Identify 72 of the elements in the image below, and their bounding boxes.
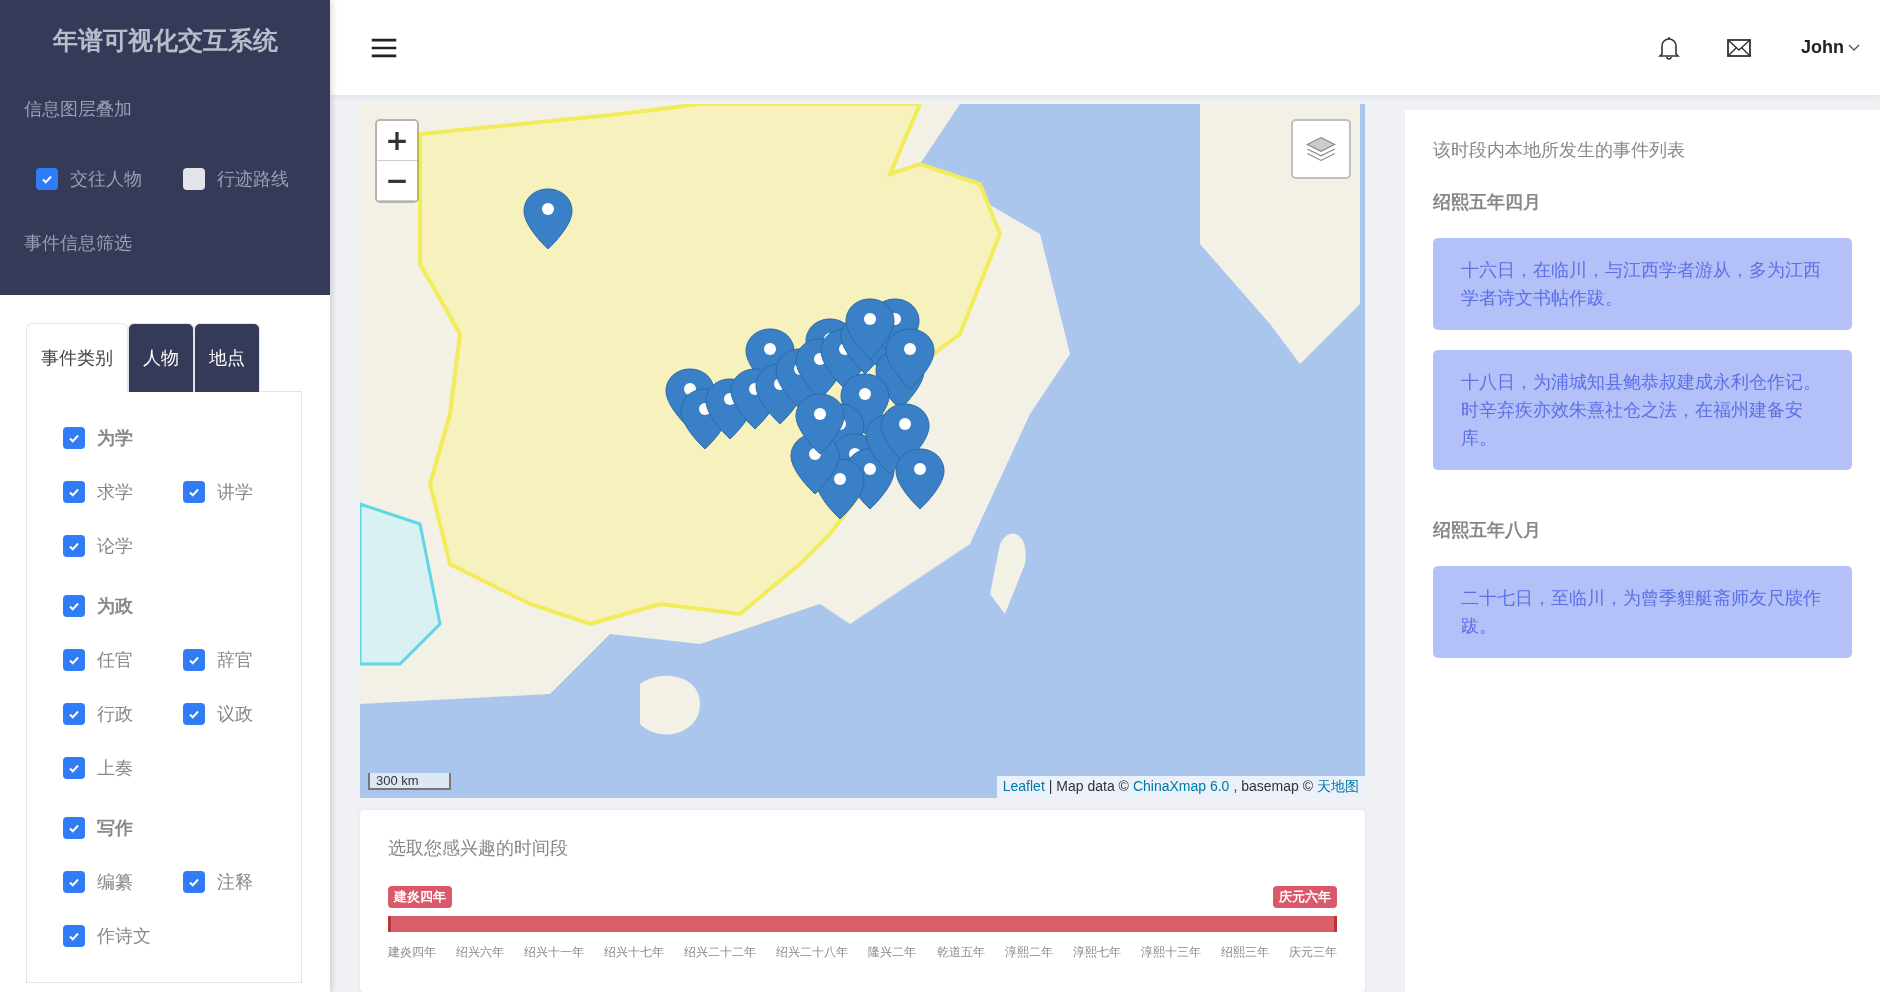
checkbox[interactable]: [63, 481, 85, 503]
app-title: 年谱可视化交互系统: [51, 25, 279, 57]
tick-label: 隆兴二年: [868, 944, 917, 961]
checkbox-label: 辞官: [217, 648, 253, 672]
checkbox-label: 编纂: [97, 870, 133, 894]
checkbox-label: 议政: [217, 702, 253, 726]
checkbox-label: 行迹路线: [217, 167, 289, 191]
checkbox-label: 为政: [97, 594, 133, 618]
checkbox-label: 作诗文: [97, 924, 151, 948]
section-heading: 事件信息筛选: [23, 231, 133, 255]
checkbox[interactable]: [63, 871, 85, 893]
checkbox-label: 写作: [97, 816, 133, 840]
caret-icon: [1848, 43, 1860, 52]
tab[interactable]: 人物: [128, 323, 194, 392]
checkbox[interactable]: [63, 925, 85, 947]
layers-button[interactable]: [1291, 119, 1351, 179]
tick-label: 淳熙七年: [1072, 944, 1121, 961]
attribution-text: , basemap ©: [1233, 778, 1313, 796]
checkbox-label: 上奏: [97, 756, 133, 780]
event-date: 绍熙五年四月: [1433, 190, 1542, 214]
event-card: 十六日，在临川，与江西学者游从，多为江西学者诗文书帖作跋。: [1433, 238, 1852, 330]
tick-label: 绍兴二十八年: [776, 944, 849, 961]
tick-label: 建炎四年: [388, 944, 436, 961]
checkbox-label: 求学: [97, 480, 133, 504]
scale-bar: 300 km: [368, 773, 451, 790]
checkbox[interactable]: [183, 703, 205, 725]
checkbox[interactable]: [63, 595, 85, 617]
event-card: 十八日，为浦城知县鲍恭叔建成永利仓作记。时辛弃疾亦效朱熹社仓之法，在福州建备安库。: [1433, 350, 1852, 470]
range-start-label: 建炎四年: [388, 886, 452, 908]
checkbox[interactable]: [183, 649, 205, 671]
attribution-text: | Map data ©: [1048, 778, 1129, 796]
checkbox[interactable]: [183, 481, 205, 503]
tick-label: 庆元三年: [1288, 944, 1337, 961]
attribution-link[interactable]: Leaflet: [1002, 778, 1045, 796]
checkbox[interactable]: [63, 817, 85, 839]
tick-label: 绍兴六年: [456, 944, 505, 961]
tick-label: 绍兴二十二年: [684, 944, 757, 961]
event-date: 绍熙五年八月: [1433, 518, 1542, 542]
checkbox-label: 交往人物: [70, 167, 142, 191]
checkbox[interactable]: [63, 427, 85, 449]
timeline-title: 选取您感兴趣的时间段: [388, 836, 569, 860]
tick-label: 绍兴十七年: [604, 944, 665, 961]
checkbox-label: 行政: [97, 702, 133, 726]
range-end-label: 庆元六年: [1273, 886, 1337, 908]
checkbox[interactable]: [36, 168, 58, 190]
checkbox[interactable]: [183, 168, 205, 190]
attribution-link[interactable]: ChinaXmap 6.0: [1132, 778, 1230, 796]
zoom-out-button[interactable]: −: [377, 161, 417, 201]
checkbox[interactable]: [63, 757, 85, 779]
checkbox[interactable]: [63, 649, 85, 671]
tick-label: 绍熙三年: [1220, 944, 1269, 961]
checkbox[interactable]: [63, 703, 85, 725]
checkbox[interactable]: [183, 871, 205, 893]
range-slider[interactable]: [388, 916, 1337, 932]
tick-label: 乾道五年: [936, 944, 985, 961]
tab[interactable]: 事件类别: [26, 323, 128, 392]
tab[interactable]: 地点: [194, 323, 260, 392]
attribution-link[interactable]: 天地图: [1317, 778, 1359, 796]
checkbox[interactable]: [63, 535, 85, 557]
panel-heading: 该时段内本地所发生的事件列表: [1433, 138, 1686, 162]
event-card: 二十七日，至临川，为曾季貍艇斋师友尺牍作跋。: [1433, 566, 1852, 658]
checkbox-label: 为学: [97, 426, 133, 450]
checkbox-label: 注释: [217, 870, 253, 894]
tick-label: 淳熙二年: [1004, 944, 1053, 961]
checkbox-label: 论学: [97, 534, 133, 558]
user-menu[interactable]: John: [1795, 36, 1866, 59]
section-heading: 信息图层叠加: [23, 97, 133, 121]
checkbox-label: 任官: [97, 648, 133, 672]
tick-label: 绍兴十一年: [524, 944, 585, 961]
zoom-in-button[interactable]: +: [377, 121, 417, 161]
tick-label: 淳熙十三年: [1140, 944, 1201, 961]
checkbox-label: 讲学: [217, 480, 253, 504]
